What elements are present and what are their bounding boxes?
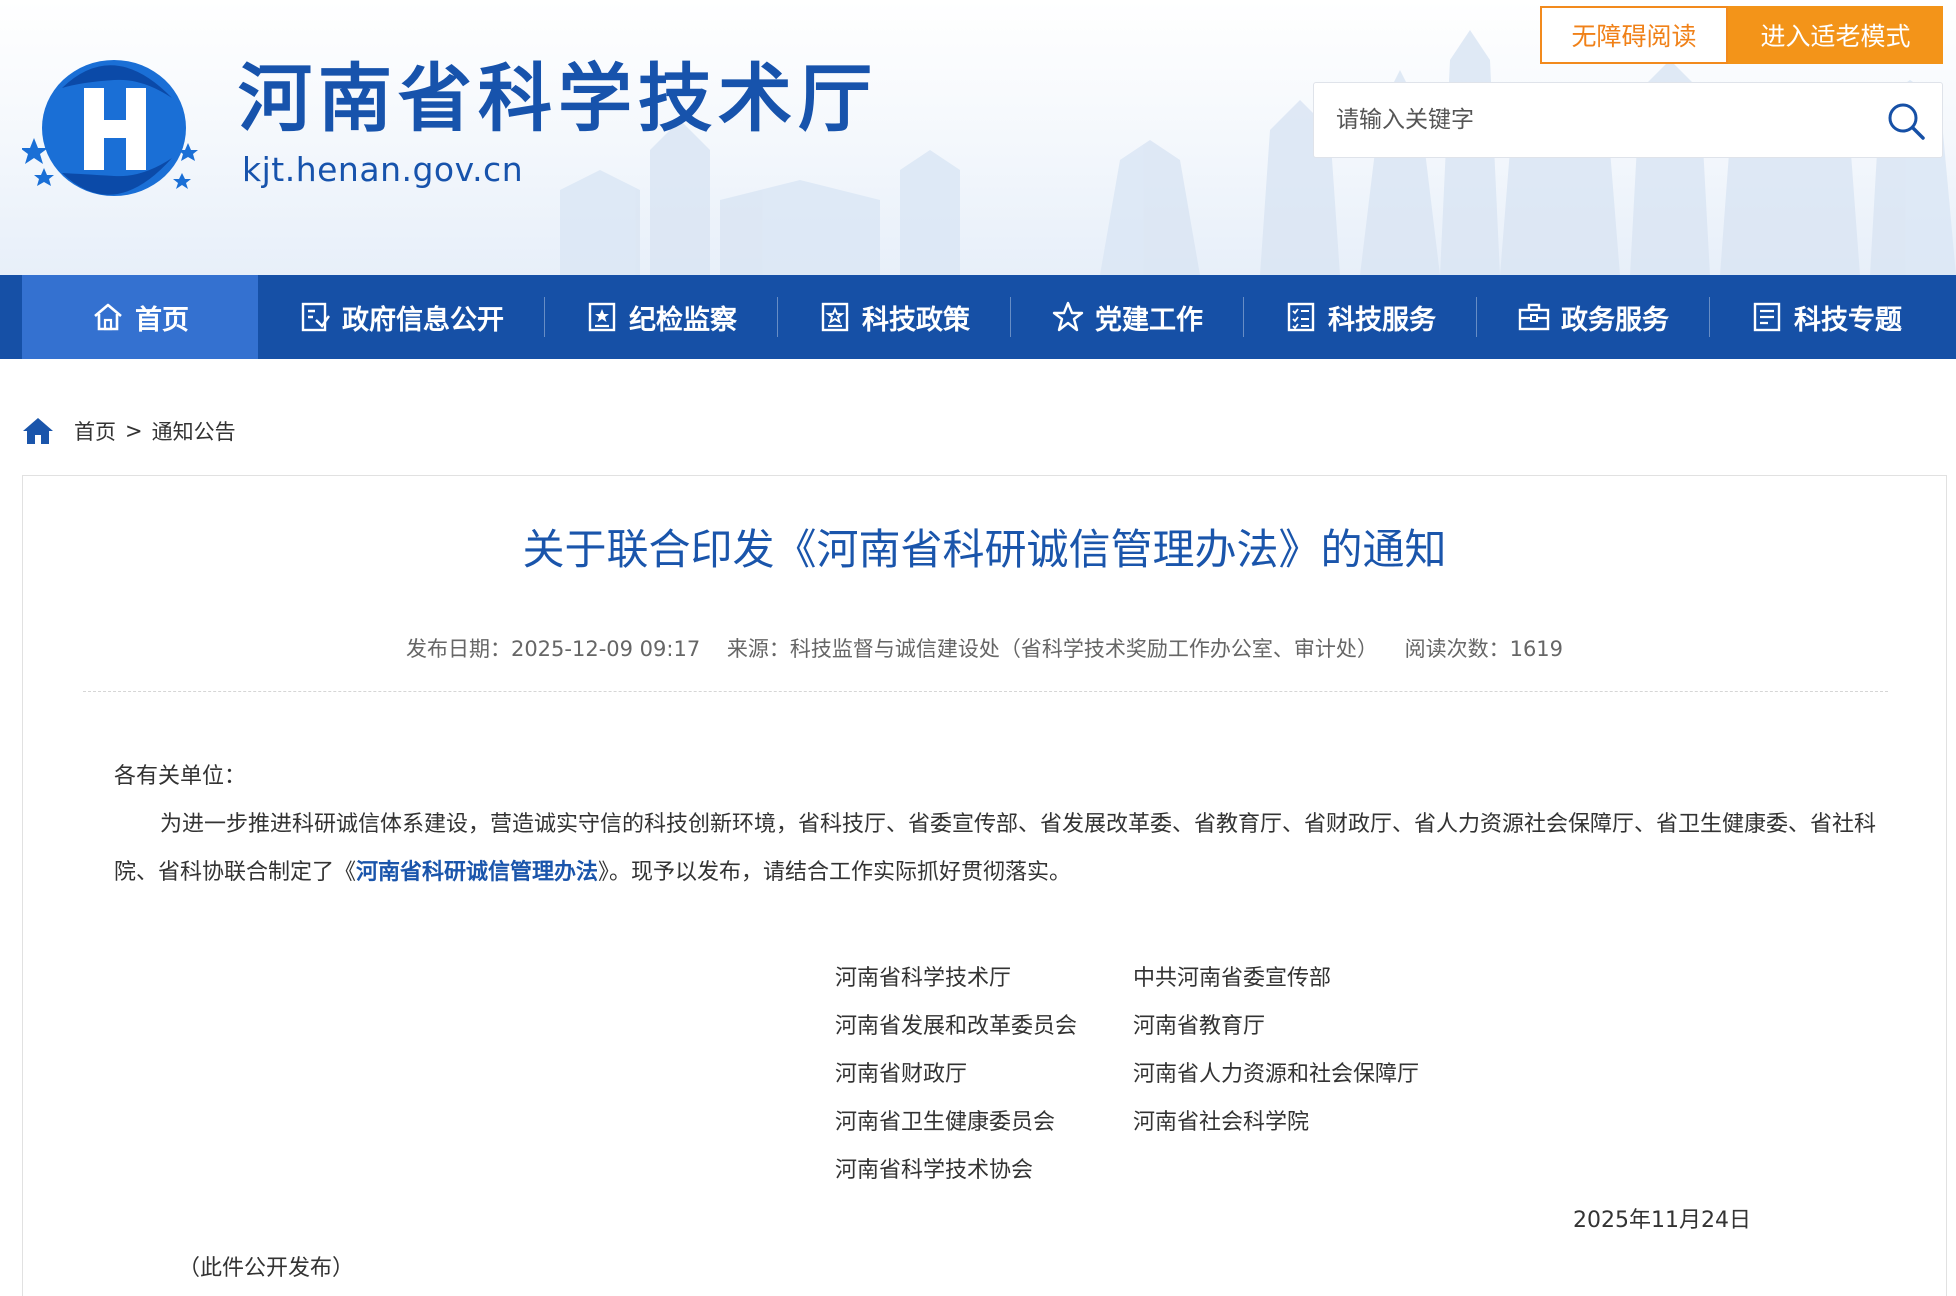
breadcrumb: 首页 > 通知公告 [22, 414, 236, 448]
article-source: 来源：科技监督与诚信建设处（省科学技术奖励工作办公室、审计处） [726, 637, 1378, 661]
signatory: 中共河南省委宣传部 [1133, 966, 1332, 991]
home-icon [94, 303, 122, 331]
nav-item-label: 政务服务 [1561, 304, 1669, 336]
nav-item-inspection[interactable]: 纪检监察 [545, 275, 777, 359]
signatory: 河南省人力资源和社会保障厅 [1133, 1062, 1420, 1087]
publish-date: 发布日期：2025-12-09 09:17 [405, 637, 701, 661]
article-meta: 发布日期：2025-12-09 09:17 来源：科技监督与诚信建设处（省科学技… [23, 634, 1946, 664]
nav-item-label: 党建工作 [1095, 304, 1203, 336]
nav-item-policy[interactable]: 科技政策 [778, 275, 1010, 359]
nav-item-label: 纪检监察 [629, 304, 737, 336]
signatory: 河南省社会科学院 [1133, 1110, 1310, 1135]
breadcrumb-home-link[interactable]: 首页 [74, 416, 116, 446]
meta-divider [83, 691, 1888, 692]
document-icon [1753, 302, 1781, 332]
nav-item-party-building[interactable]: 党建工作 [1011, 275, 1243, 359]
signatory: 河南省科学技术厅 [835, 966, 1012, 991]
search-box [1313, 82, 1943, 158]
nav-item-label: 政府信息公开 [342, 304, 504, 336]
publication-note: （此件公开发布） [178, 1256, 355, 1281]
nav-item-gov-info[interactable]: 政府信息公开 [258, 275, 544, 359]
view-count: 阅读次数：1619 [1404, 637, 1564, 661]
policy-icon [821, 302, 849, 332]
article-container: 关于联合印发《河南省科研诚信管理办法》的通知 发布日期：2025-12-09 0… [22, 475, 1947, 1296]
main-nav: 首页 政府信息公开 纪检监察 科技政策 党建工作 科技服务 政务服务 科技专题 [0, 275, 1956, 359]
signatory: 河南省科学技术协会 [835, 1158, 1034, 1183]
accessibility-reading-button[interactable]: 无障碍阅读 [1540, 6, 1728, 64]
signatory: 河南省发展和改革委员会 [835, 1014, 1078, 1039]
inspection-icon [588, 302, 616, 332]
site-domain: kjt.henan.gov.cn [242, 150, 524, 189]
nav-item-label: 科技政策 [862, 304, 970, 336]
site-title: 河南省科学技术厅 [238, 56, 878, 142]
search-icon[interactable] [1884, 99, 1928, 143]
nav-item-label: 科技专题 [1794, 304, 1902, 336]
paragraph-text: 》。现予以发布，请结合工作实际抓好贯彻落实。 [598, 860, 1072, 885]
star-icon [1052, 301, 1084, 332]
site-header: 河南省科学技术厅 kjt.henan.gov.cn 无障碍阅读 进入适老模式 [0, 0, 1956, 275]
home-icon[interactable] [22, 416, 54, 446]
nav-item-tech-topics[interactable]: 科技专题 [1710, 275, 1942, 359]
nav-item-home[interactable]: 首页 [22, 275, 258, 359]
document-date: 2025年11月24日 [1573, 1208, 1751, 1233]
briefcase-icon [1518, 303, 1550, 331]
article-paragraph: 为进一步推进科研诚信体系建设，营造诚实守信的科技创新环境，省科技厅、省委宣传部、… [114, 801, 1884, 897]
nav-item-tech-service[interactable]: 科技服务 [1244, 275, 1476, 359]
breadcrumb-separator: > [125, 419, 143, 443]
signatory: 河南省教育厅 [1133, 1014, 1266, 1039]
elder-mode-button[interactable]: 进入适老模式 [1728, 6, 1943, 64]
top-action-buttons: 无障碍阅读 进入适老模式 [1540, 6, 1943, 64]
article-title: 关于联合印发《河南省科研诚信管理办法》的通知 [522, 525, 1447, 574]
nav-item-label: 首页 [135, 304, 189, 336]
nav-item-label: 科技服务 [1328, 304, 1436, 336]
info-disclosure-icon [301, 302, 330, 332]
search-input[interactable] [1336, 83, 1856, 157]
signatory: 河南省财政厅 [835, 1062, 968, 1087]
breadcrumb-current-link[interactable]: 通知公告 [152, 416, 236, 446]
site-logo-icon [22, 60, 198, 196]
salutation: 各有关单位： [114, 764, 247, 789]
law-document-link[interactable]: 河南省科研诚信管理办法 [356, 860, 598, 885]
signatory: 河南省卫生健康委员会 [835, 1110, 1056, 1135]
nav-item-gov-service[interactable]: 政务服务 [1477, 275, 1709, 359]
checklist-icon [1287, 302, 1315, 332]
